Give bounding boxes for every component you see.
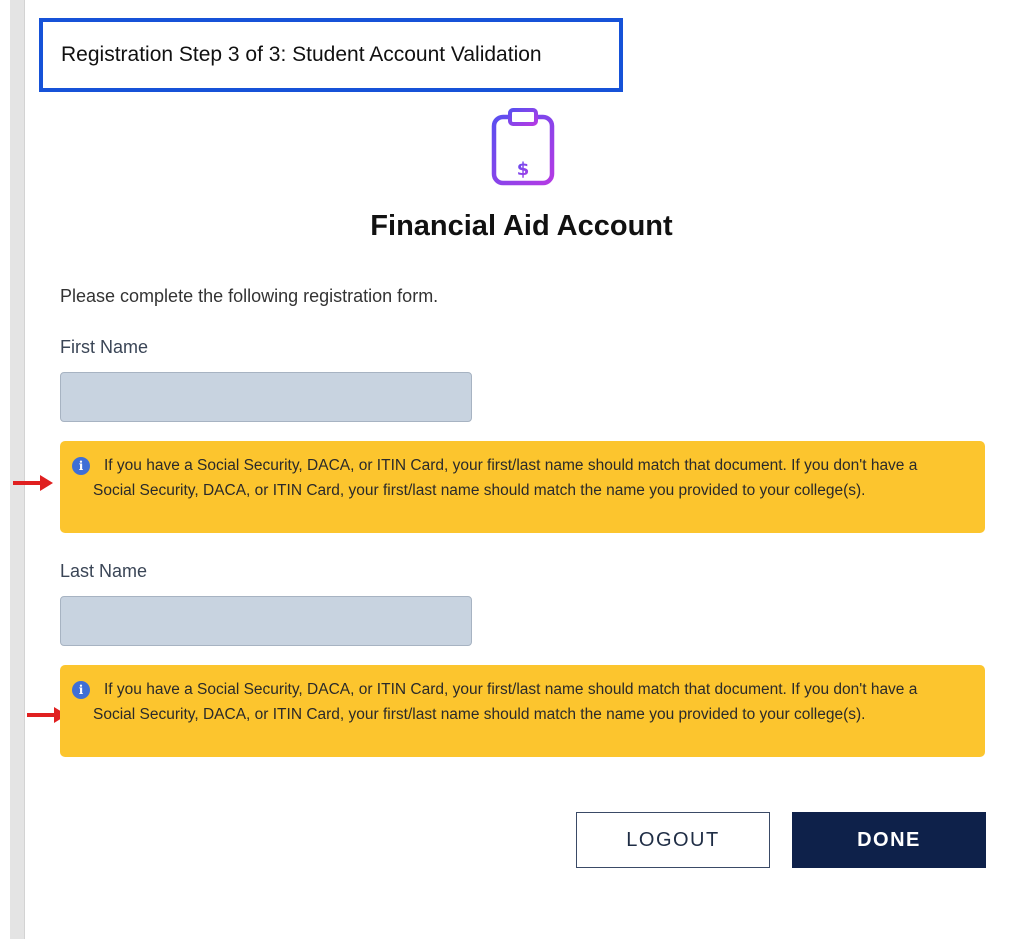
step-title: Registration Step 3 of 3: Student Accoun…: [61, 43, 542, 66]
annotation-arrow-icon: [13, 475, 53, 491]
first-name-label: First Name: [60, 337, 149, 357]
done-button[interactable]: DONE: [792, 812, 986, 868]
step-title-highlight: Registration Step 3 of 3: Student Accoun…: [39, 18, 623, 92]
page-title: Financial Aid Account: [370, 210, 673, 242]
first-name-input[interactable]: [60, 372, 472, 422]
first-name-notice-text: If you have a Social Security, DACA, or …: [93, 457, 918, 499]
logout-button[interactable]: LOGOUT: [576, 812, 770, 868]
info-icon: i: [72, 681, 90, 699]
first-name-notice: i If you have a Social Security, DACA, o…: [60, 441, 985, 533]
svg-text:$: $: [517, 159, 530, 180]
registration-page: Registration Step 3 of 3: Student Accoun…: [0, 0, 1013, 939]
last-name-notice-text: If you have a Social Security, DACA, or …: [93, 681, 918, 723]
clipboard-dollar-icon: $: [491, 108, 555, 186]
left-scroll-rail: [10, 0, 25, 939]
last-name-input[interactable]: [60, 596, 472, 646]
info-icon: i: [72, 457, 90, 475]
intro-text: Please complete the following registrati…: [60, 286, 439, 306]
last-name-notice: i If you have a Social Security, DACA, o…: [60, 665, 985, 757]
last-name-label: Last Name: [60, 561, 148, 581]
